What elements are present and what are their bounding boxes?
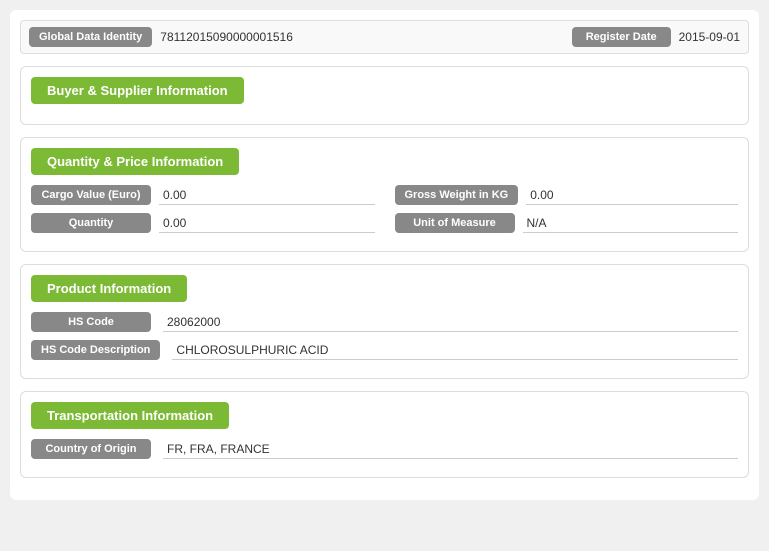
register-date-value: 2015-09-01 [679,30,740,44]
global-data-identity-value: 78112015090000001516 [160,30,561,44]
cargo-value-value: 0.00 [159,186,375,205]
hs-code-desc-value: CHLOROSULPHURIC ACID [172,341,738,360]
register-date-label: Register Date [572,27,671,47]
transportation-section: Transportation Information Country of Or… [20,391,749,478]
quantity-group: Quantity 0.00 [31,213,375,233]
quantity-price-section: Quantity & Price Information Cargo Value… [20,137,749,252]
global-data-identity-label: Global Data Identity [29,27,152,47]
country-of-origin-value: FR, FRA, FRANCE [163,440,738,459]
quantity-uom-row: Quantity 0.00 Unit of Measure N/A [31,213,738,233]
hs-code-desc-label: HS Code Description [31,340,160,360]
hs-code-value: 28062000 [163,313,738,332]
product-header: Product Information [31,275,187,302]
transportation-header: Transportation Information [31,402,229,429]
gross-weight-label: Gross Weight in KG [395,185,519,205]
hs-code-label: HS Code [31,312,151,332]
register-date-group: Register Date 2015-09-01 [572,27,740,47]
main-container: Global Data Identity 7811201509000000151… [10,10,759,500]
top-bar: Global Data Identity 7811201509000000151… [20,20,749,54]
unit-of-measure-group: Unit of Measure N/A [395,213,739,233]
unit-of-measure-value: N/A [523,214,739,233]
product-section: Product Information HS Code 28062000 HS … [20,264,749,379]
unit-of-measure-label: Unit of Measure [395,213,515,233]
quantity-value: 0.00 [159,214,375,233]
country-of-origin-label: Country of Origin [31,439,151,459]
gross-weight-value: 0.00 [526,186,738,205]
buyer-supplier-header: Buyer & Supplier Information [31,77,244,104]
cargo-value-group: Cargo Value (Euro) 0.00 [31,185,375,205]
hs-code-desc-row: HS Code Description CHLOROSULPHURIC ACID [31,340,738,360]
country-of-origin-row: Country of Origin FR, FRA, FRANCE [31,439,738,459]
gross-weight-group: Gross Weight in KG 0.00 [395,185,739,205]
quantity-label: Quantity [31,213,151,233]
buyer-supplier-section: Buyer & Supplier Information [20,66,749,125]
global-data-identity-group: Global Data Identity 7811201509000000151… [29,27,562,47]
cargo-gross-row: Cargo Value (Euro) 0.00 Gross Weight in … [31,185,738,205]
cargo-value-label: Cargo Value (Euro) [31,185,151,205]
quantity-price-header: Quantity & Price Information [31,148,239,175]
hs-code-row: HS Code 28062000 [31,312,738,332]
